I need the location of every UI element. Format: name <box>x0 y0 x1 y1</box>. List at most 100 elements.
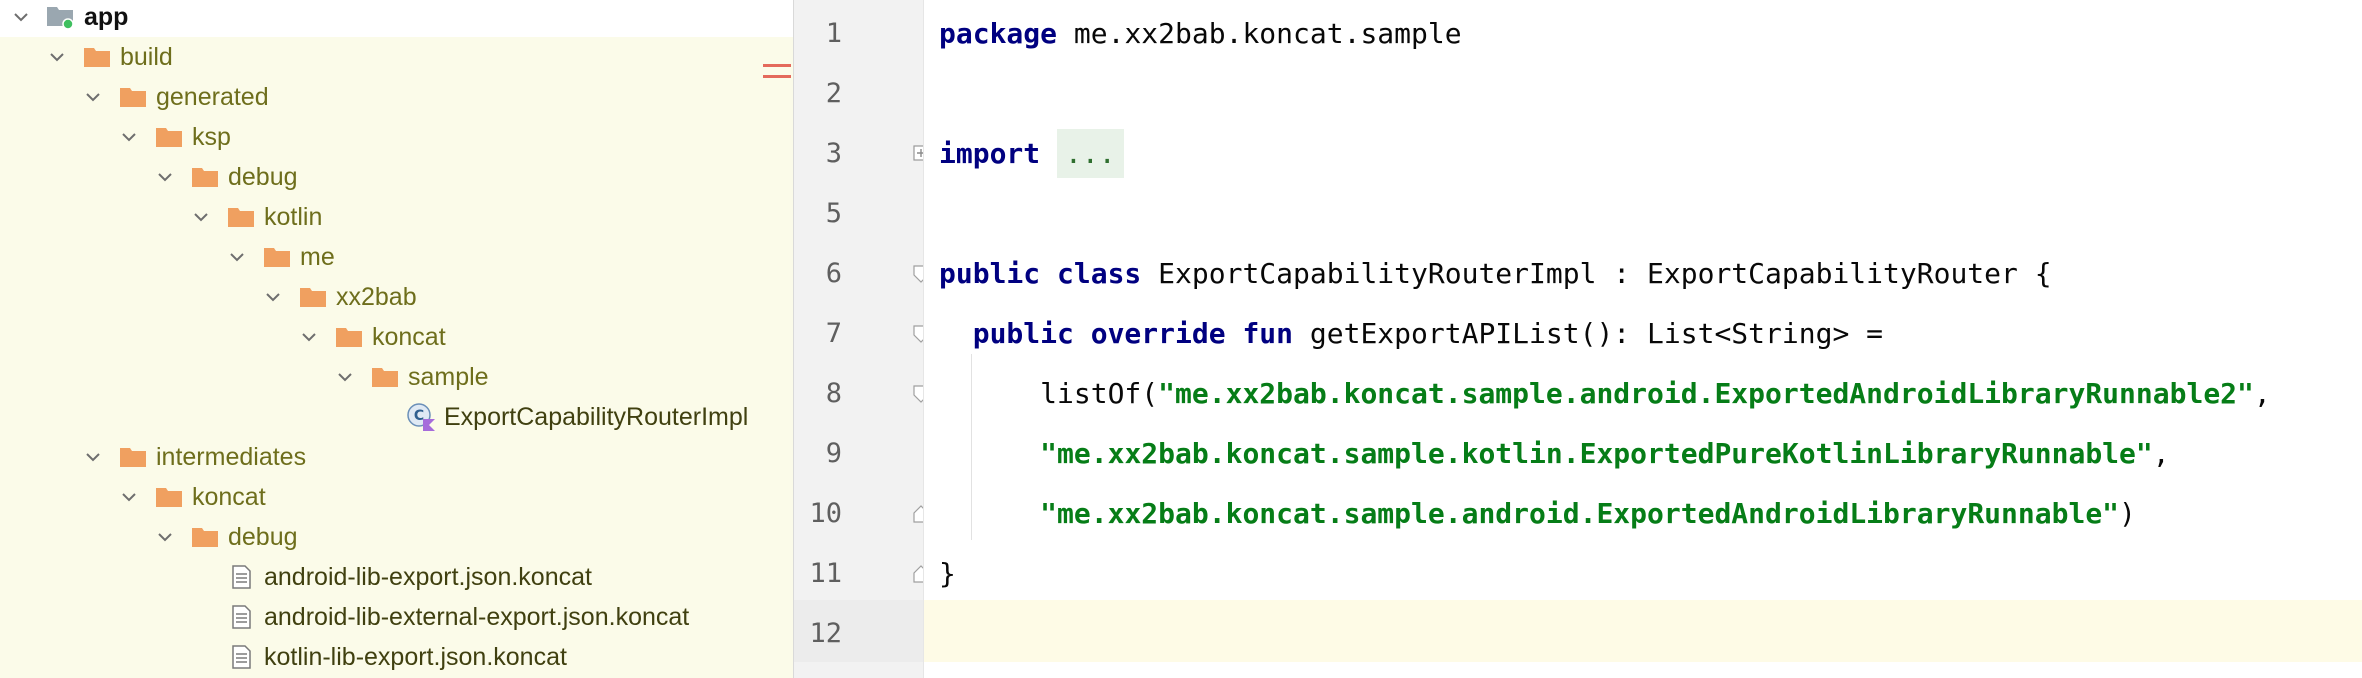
tree-item[interactable]: ksp <box>0 117 793 157</box>
line-number: 8 <box>825 378 842 409</box>
line-number: 3 <box>825 138 842 169</box>
line-number: 1 <box>825 18 842 49</box>
svg-text:C: C <box>414 408 424 424</box>
tree-item[interactable]: build <box>0 37 793 77</box>
tree-item-label: koncat <box>192 483 266 511</box>
code-line: "me.xx2bab.koncat.sample.kotlin.Exported… <box>939 434 2170 474</box>
tree-item[interactable]: C ExportCapabilityRouterImpl <box>0 397 793 437</box>
text-file-icon <box>226 557 256 597</box>
line-number: 5 <box>825 198 842 229</box>
folder-icon <box>154 117 184 157</box>
tree-item-label: android-lib-export.json.koncat <box>264 563 592 591</box>
tree-item[interactable]: koncat <box>0 317 793 357</box>
folder-icon <box>334 317 364 357</box>
module-folder-icon <box>46 0 76 37</box>
tree-item-label: app <box>84 3 129 31</box>
line-number: 6 <box>825 258 842 289</box>
tree-item-label: koncat <box>372 323 446 351</box>
folder-icon <box>118 77 148 117</box>
tree-item-label: kotlin <box>264 203 323 231</box>
tree-item-label: debug <box>228 523 298 551</box>
code-line: } <box>939 554 956 594</box>
chevron-down-icon[interactable] <box>118 477 140 517</box>
tree-item-label: kotlin-lib-export.json.koncat <box>264 643 567 671</box>
chevron-down-icon[interactable] <box>154 157 176 197</box>
chevron-down-icon[interactable] <box>82 77 104 117</box>
line-number: 7 <box>825 318 842 349</box>
indent-guide <box>971 354 972 540</box>
folder-icon <box>370 357 400 397</box>
tree-item[interactable]: android-lib-export.json.koncat <box>0 557 793 597</box>
string-token: "me.xx2bab.koncat.sample.kotlin.Exported… <box>1040 437 2153 470</box>
kotlin-class-icon: C <box>406 397 436 437</box>
code-line: public override fun getExportAPIList(): … <box>939 314 1883 354</box>
keyword-token: package <box>939 17 1058 50</box>
code-token: , <box>2152 437 2170 470</box>
tree-item-label: generated <box>156 83 269 111</box>
code-line: package me.xx2bab.koncat.sample <box>939 14 1462 54</box>
tree-item[interactable]: debug <box>0 517 793 557</box>
chevron-down-icon[interactable] <box>154 517 176 557</box>
code-token: , <box>2253 377 2271 410</box>
tree-item-label: intermediates <box>156 443 307 471</box>
tree-item[interactable]: kotlin-lib-export.json.koncat <box>0 637 793 677</box>
code-token: getExportAPIList(): List<String> = <box>1293 317 1884 350</box>
chevron-down-icon[interactable] <box>118 117 140 157</box>
current-line-highlight <box>924 600 2362 662</box>
tree-item[interactable]: android-lib-external-export.json.koncat <box>0 597 793 637</box>
chevron-down-icon[interactable] <box>190 197 212 237</box>
string-token: "me.xx2bab.koncat.sample.android.Exporte… <box>1158 377 2254 410</box>
keyword-token: import <box>939 137 1041 170</box>
line-number: 9 <box>825 438 842 469</box>
tree-item-label: build <box>120 43 173 71</box>
tree-item[interactable]: me <box>0 237 793 277</box>
chevron-down-icon[interactable] <box>334 357 356 397</box>
tree-item[interactable]: app <box>0 0 793 37</box>
line-number: 12 <box>809 618 842 649</box>
folded-region[interactable]: ... <box>1057 129 1124 178</box>
folder-icon <box>190 157 220 197</box>
project-tree: app build generated ksp debug kotlin me xx2bab k… <box>0 0 793 678</box>
tree-item[interactable]: xx2bab <box>0 277 793 317</box>
code-token: } <box>939 557 956 590</box>
folder-icon <box>82 37 112 77</box>
chevron-down-icon[interactable] <box>10 0 32 37</box>
folder-icon <box>154 477 184 517</box>
text-file-icon <box>226 597 256 637</box>
keyword-token: public override fun <box>972 317 1294 350</box>
line-number: 11 <box>809 558 842 589</box>
text-file-icon <box>226 637 256 677</box>
code-line: "me.xx2bab.koncat.sample.android.Exporte… <box>939 494 2136 534</box>
folder-icon <box>118 437 148 477</box>
tree-item-label: xx2bab <box>336 283 417 311</box>
tree-item-label: me <box>300 243 335 271</box>
tree-item[interactable]: kotlin <box>0 197 793 237</box>
code-line: listOf("me.xx2bab.koncat.sample.android.… <box>939 374 2271 414</box>
tree-item-label: debug <box>228 163 298 191</box>
tree-item[interactable]: debug <box>0 157 793 197</box>
tree-item[interactable]: generated <box>0 77 793 117</box>
folder-icon <box>190 517 220 557</box>
chevron-down-icon[interactable] <box>82 437 104 477</box>
folder-icon <box>226 197 256 237</box>
tree-item[interactable]: koncat <box>0 477 793 517</box>
code-token: me.xx2bab.koncat.sample <box>1057 17 1462 50</box>
line-number: 2 <box>825 78 842 109</box>
code-editor[interactable]: package me.xx2bab.koncat.sample import ..… <box>923 0 2362 678</box>
chevron-down-icon[interactable] <box>46 37 68 77</box>
tree-item-label: ExportCapabilityRouterImpl <box>444 403 749 431</box>
chevron-down-icon[interactable] <box>298 317 320 357</box>
tree-item[interactable]: intermediates <box>0 437 793 477</box>
scroll-marker-icon <box>763 64 791 78</box>
chevron-down-icon[interactable] <box>226 237 248 277</box>
line-number: 10 <box>809 498 842 529</box>
tree-item[interactable]: sample <box>0 357 793 397</box>
keyword-token: public class <box>939 257 1142 290</box>
code-line: import ... <box>939 129 1124 178</box>
folder-icon <box>298 277 328 317</box>
chevron-down-icon[interactable] <box>262 277 284 317</box>
